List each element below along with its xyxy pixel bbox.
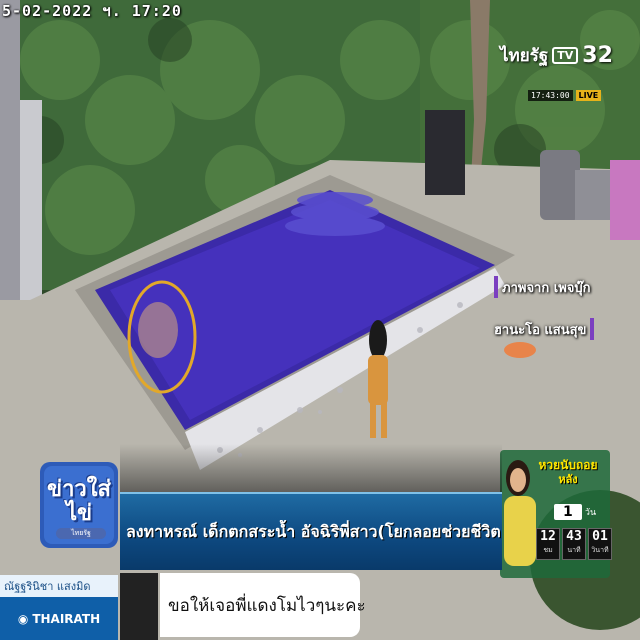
countdown-hours: 12 ชม bbox=[536, 528, 560, 560]
thairath-label: THAIRATH bbox=[32, 611, 101, 626]
live-indicator: 17:43:00 LIVE bbox=[528, 90, 602, 101]
countdown-value: 12 bbox=[540, 529, 556, 544]
thairath-icon: ◉ bbox=[17, 611, 29, 626]
comment-avatar bbox=[120, 573, 158, 640]
tv-label: TV bbox=[552, 46, 579, 64]
show-logo-title: ข่าวใส่ ไข่ bbox=[40, 478, 118, 526]
headline-shadow bbox=[120, 444, 502, 492]
countdown-value: 43 bbox=[566, 529, 582, 544]
countdown-minutes: 43 นาที bbox=[562, 528, 586, 560]
photo-credit-line-1: ภาพจาก เพจบุ๊ก bbox=[494, 276, 591, 298]
channel-number: 32 bbox=[582, 42, 613, 68]
credit-text: ภาพจาก เพจบุ๊ก bbox=[502, 280, 591, 296]
credit-bar bbox=[494, 276, 498, 298]
photo-credit-line-2: ฮานะโอ แสนสุข bbox=[494, 318, 595, 340]
countdown-unit: ชม bbox=[543, 546, 553, 554]
countdown-value: 01 bbox=[592, 529, 608, 544]
pool-steps bbox=[285, 192, 385, 236]
cctv-timestamp: 5-02-2022 ฯ. 17:20 bbox=[2, 0, 182, 22]
lottery-days-unit: วัน bbox=[584, 508, 597, 518]
countdown-unit: นาที bbox=[567, 546, 581, 554]
headline-bar: ลงทาหรณ์ เด็กตกสระน้ำ อัจฉิริพี่สาว(โยกล… bbox=[120, 492, 502, 570]
show-logo-subtitle: ไทยรัฐ bbox=[56, 528, 106, 539]
lottery-title-2: หลัง bbox=[558, 473, 578, 486]
cctv-date: 5-02-2022 bbox=[2, 2, 93, 20]
reporter-name: ณัฐฐรินิชา แสงมิด bbox=[0, 575, 118, 597]
comment-text: ขอให้เจอพี่แดงโมไวๆนะคะ bbox=[168, 595, 366, 616]
countdown-unit: วินาที bbox=[591, 546, 609, 554]
broadcast-clock: 17:43:00 bbox=[528, 90, 573, 101]
cctv-time: 17:20 bbox=[131, 2, 182, 20]
lottery-days-number: 1 bbox=[553, 504, 582, 520]
child-in-pool bbox=[138, 302, 178, 358]
live-badge: LIVE bbox=[575, 90, 602, 101]
cctv-weekday: ฯ. bbox=[102, 2, 122, 20]
channel-logo: ไทยรัฐ TV 32 bbox=[500, 34, 618, 76]
lottery-days: 1 วัน bbox=[542, 502, 608, 522]
credit-bar bbox=[590, 318, 595, 340]
viewer-comment: ขอให้เจอพี่แดงโมไวๆนะคะ bbox=[160, 573, 366, 637]
show-title-line-2: ไข่ bbox=[65, 501, 93, 526]
channel-name: ไทยรัฐ bbox=[500, 45, 549, 66]
credit-text: ฮานะโอ แสนสุข bbox=[494, 322, 587, 338]
show-title-line-1: ข่าวใส่ bbox=[47, 477, 111, 502]
thairath-brand: ◉ THAIRATH bbox=[0, 597, 118, 640]
lottery-countdown: 12 ชม 43 นาที 01 วินาที bbox=[536, 528, 612, 560]
headline-text: ลงทาหรณ์ เด็กตกสระน้ำ อัจฉิริพี่สาว(โยกล… bbox=[126, 521, 501, 541]
countdown-seconds: 01 วินาที bbox=[588, 528, 612, 560]
